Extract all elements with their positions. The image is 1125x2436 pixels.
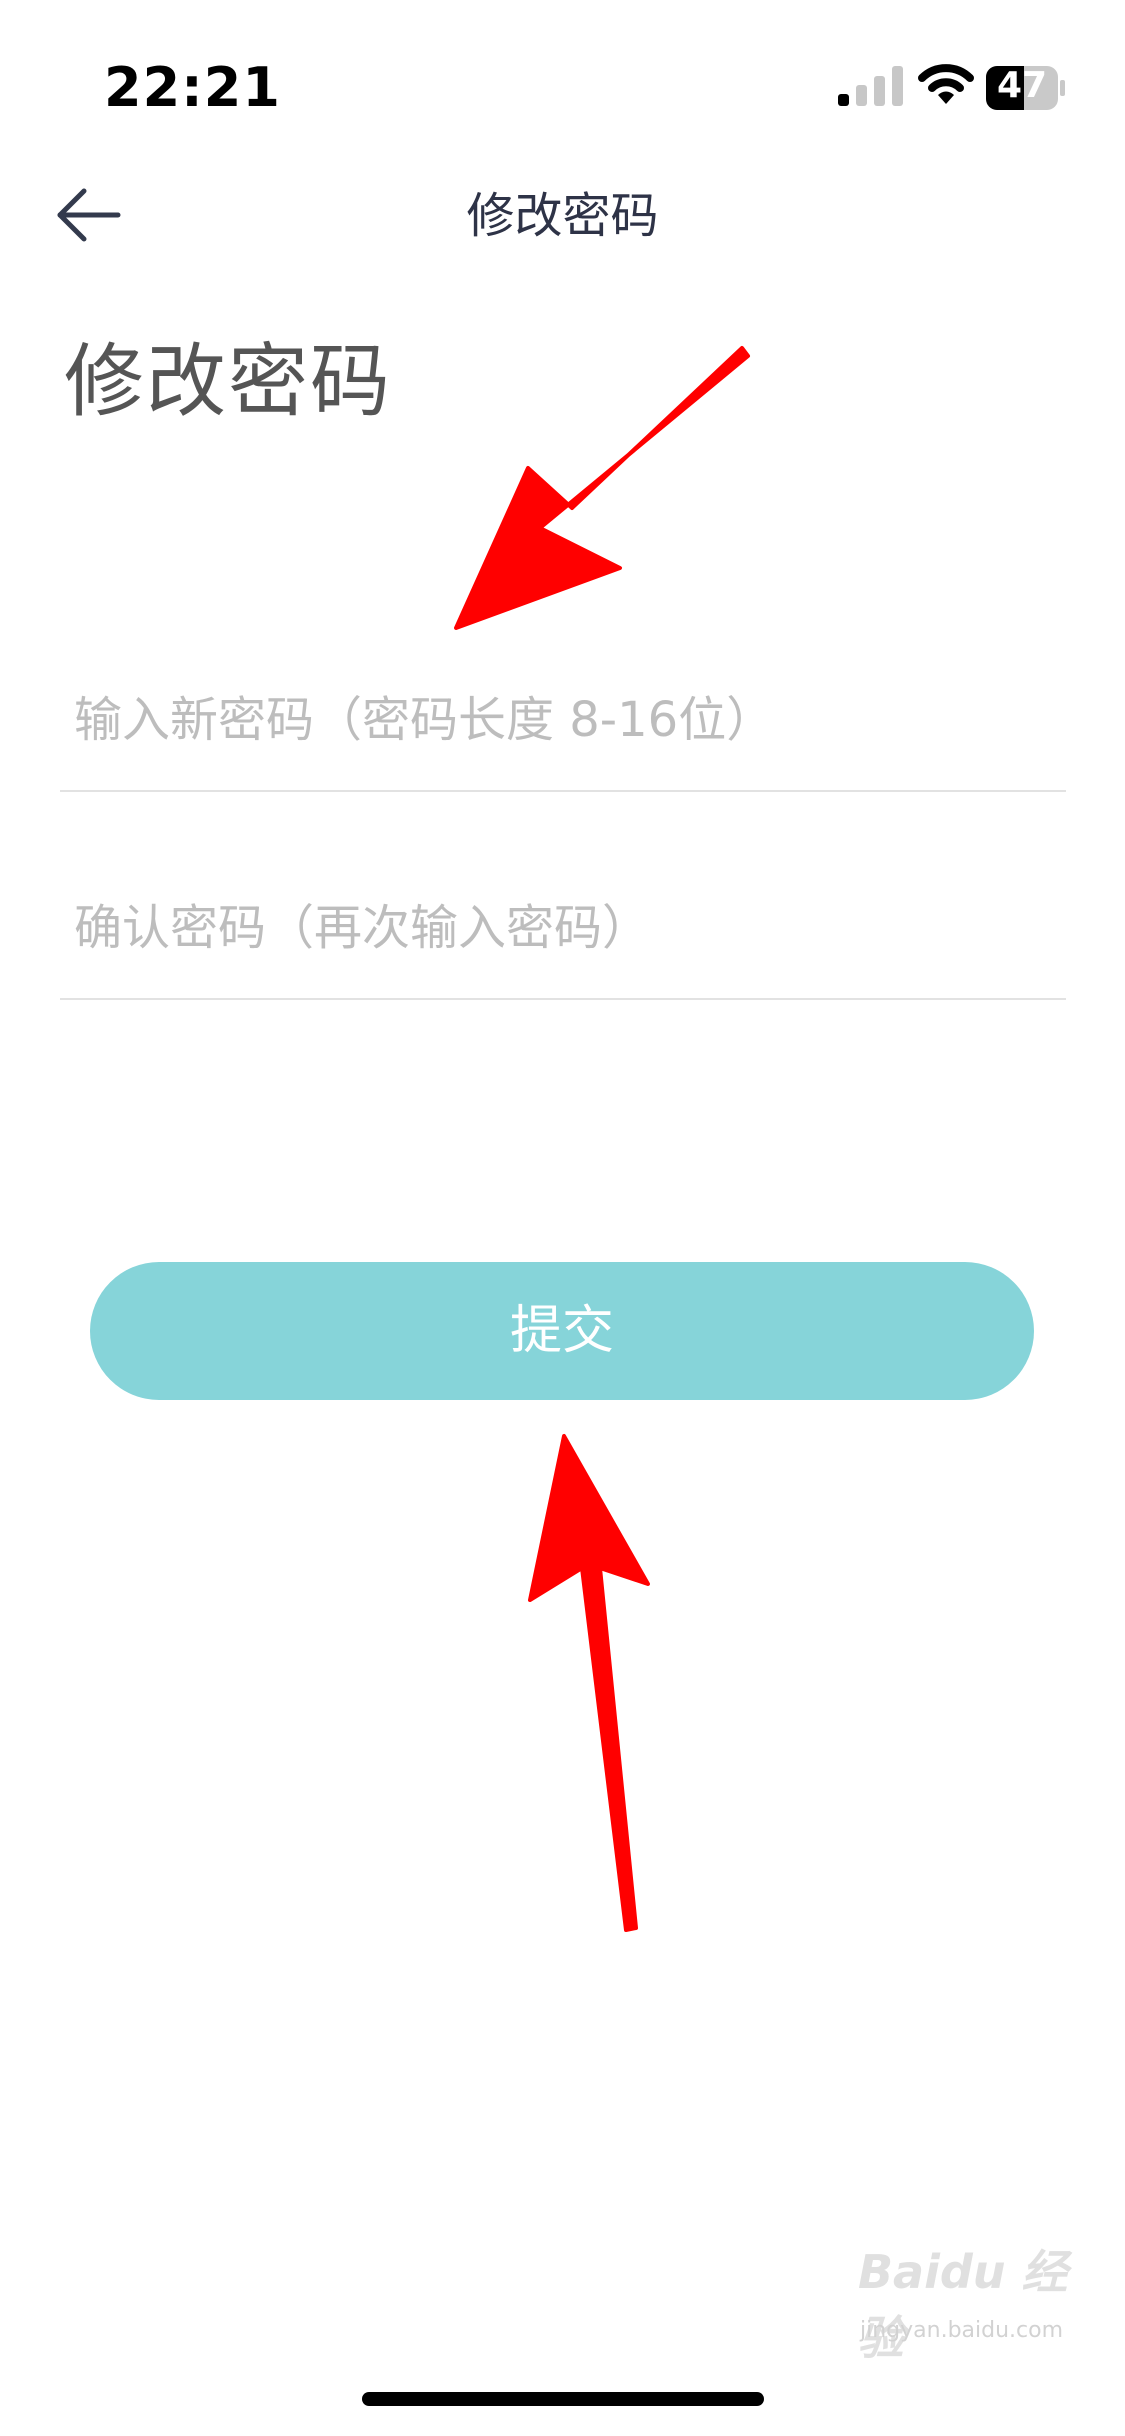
battery-level: 47 xyxy=(996,65,1048,106)
arrow-to-submit-icon xyxy=(522,1428,656,1938)
watermark-brand: Baidu 经验 xyxy=(858,2245,1068,2365)
status-bar: 22:21 47 xyxy=(0,0,1125,130)
submit-button[interactable]: 提交 xyxy=(90,1262,1034,1400)
new-password-input[interactable] xyxy=(74,650,1054,790)
new-password-field xyxy=(60,650,1066,792)
home-indicator xyxy=(362,2392,764,2406)
confirm-password-field xyxy=(60,858,1066,1000)
nav-title: 修改密码 xyxy=(466,188,659,244)
page-heading: 修改密码 xyxy=(64,335,392,428)
cellular-signal-icon xyxy=(838,66,903,106)
status-time: 22:21 xyxy=(104,56,281,119)
arrow-to-input-icon xyxy=(448,340,756,636)
watermark-url: jingyan.baidu.com xyxy=(860,2318,1064,2343)
wifi-icon xyxy=(918,64,974,104)
confirm-password-input[interactable] xyxy=(74,858,1054,998)
